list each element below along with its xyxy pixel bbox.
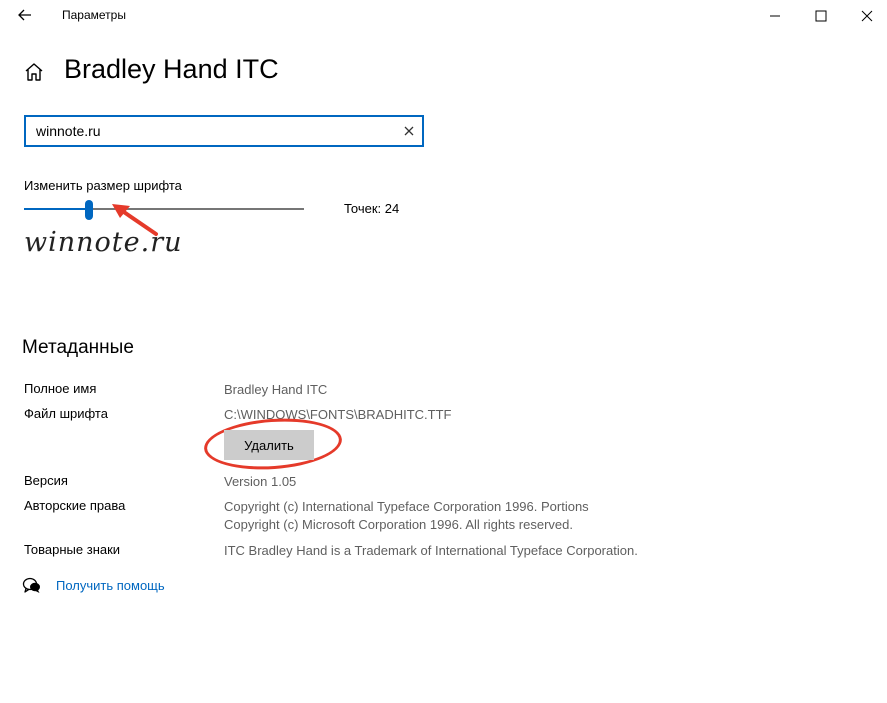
- points-readout: Точек: 24: [344, 201, 400, 216]
- font-size-slider[interactable]: [24, 200, 304, 220]
- copyright-line-1: Copyright (c) International Typeface Cor…: [224, 499, 589, 514]
- slider-fill: [24, 208, 90, 210]
- back-arrow-icon: [18, 9, 31, 21]
- maximize-button[interactable]: [798, 0, 844, 32]
- version-value: Version 1.05: [224, 474, 297, 489]
- minimize-icon: [770, 15, 780, 17]
- preview-text-input[interactable]: [26, 117, 396, 145]
- clear-icon: [404, 126, 414, 136]
- get-help-link[interactable]: Получить помощь: [56, 578, 165, 593]
- home-button[interactable]: [22, 60, 46, 84]
- home-icon: [25, 63, 43, 81]
- font-size-label: Изменить размер шрифта: [24, 178, 182, 193]
- copyright-line-2: Copyright (c) Microsoft Corporation 1996…: [224, 517, 573, 532]
- help-chat-icon: [22, 577, 42, 595]
- delete-button[interactable]: Удалить: [224, 430, 314, 460]
- full-name-label: Полное имя: [24, 381, 97, 396]
- trademark-value: ITC Bradley Hand is a Trademark of Inter…: [224, 543, 638, 558]
- maximize-icon: [815, 10, 827, 22]
- copyright-value: Copyright (c) International Typeface Cor…: [224, 498, 589, 534]
- close-button[interactable]: [844, 0, 887, 32]
- slider-thumb[interactable]: [85, 200, 94, 220]
- close-icon: [861, 10, 873, 22]
- metadata-heading: Метаданные: [22, 337, 134, 358]
- page-title: Bradley Hand ITC: [64, 54, 279, 84]
- version-label: Версия: [24, 473, 68, 488]
- back-button[interactable]: [14, 4, 36, 26]
- trademark-label: Товарные знаки: [24, 542, 121, 557]
- minimize-button[interactable]: [752, 0, 798, 32]
- copyright-label: Авторские права: [24, 498, 126, 513]
- full-name-value: Bradley Hand ITC: [224, 382, 328, 397]
- clear-button[interactable]: [402, 124, 416, 138]
- font-file-label: Файл шрифта: [24, 406, 108, 421]
- annotation-arrow-icon: [112, 204, 158, 236]
- window-title: Параметры: [62, 8, 126, 22]
- preview-text-box: [24, 115, 424, 147]
